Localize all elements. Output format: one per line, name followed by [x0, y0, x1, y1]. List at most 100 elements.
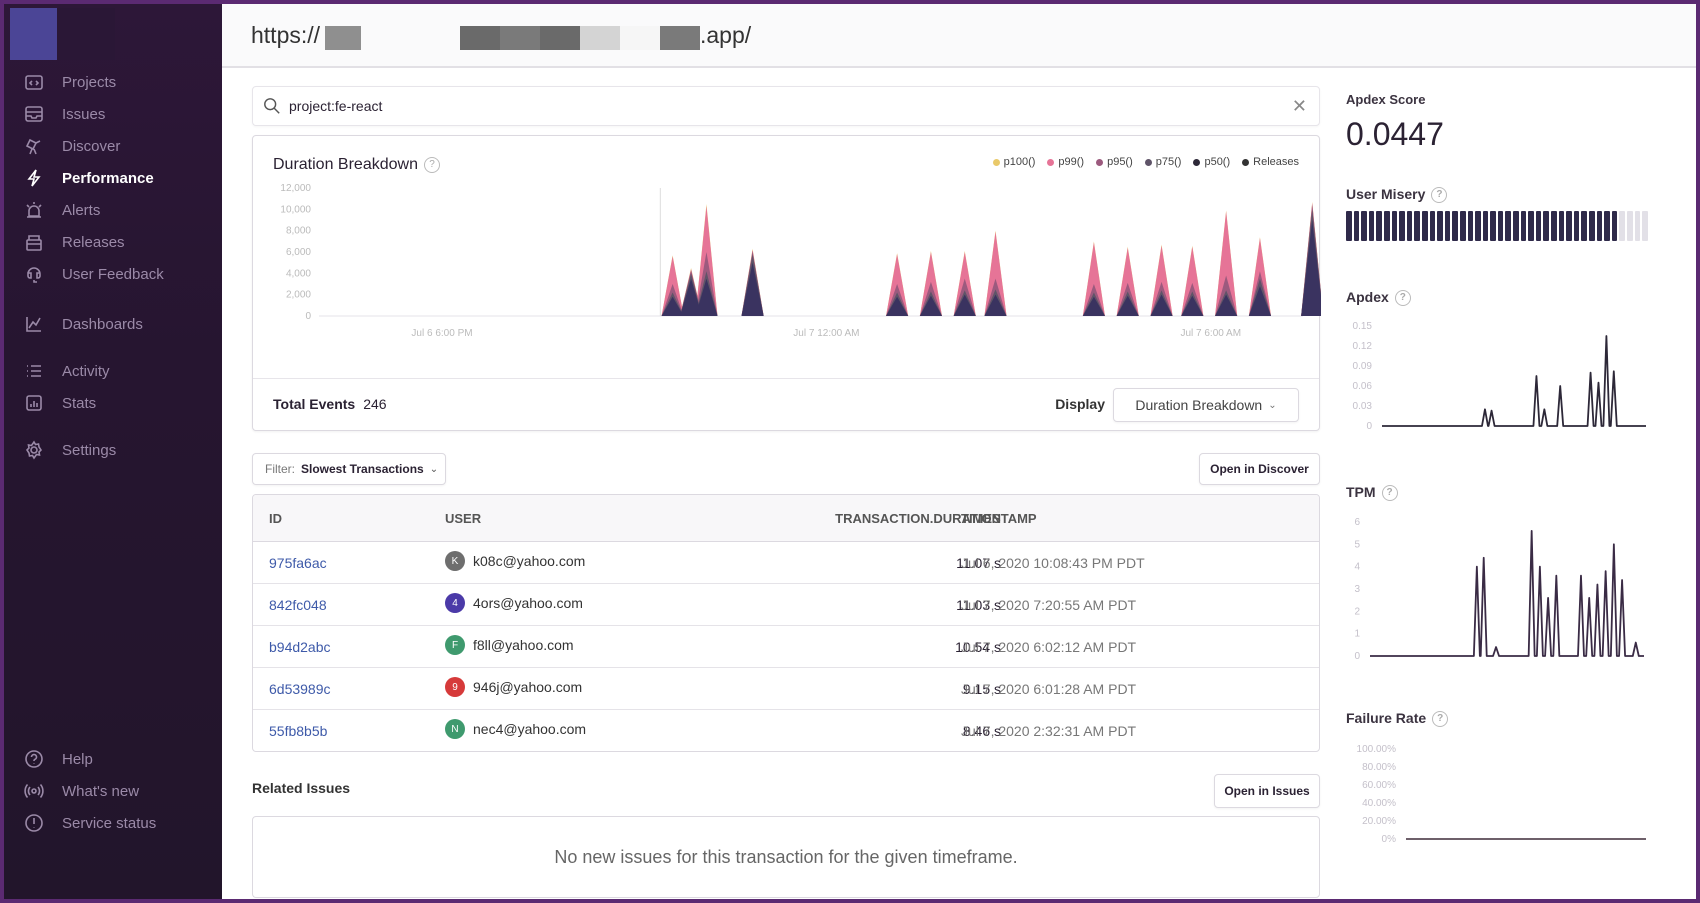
area-spike-p50[interactable]	[741, 262, 764, 316]
chart-title-text: Duration Breakdown	[273, 156, 418, 173]
user-email: 946j@yahoo.com	[473, 679, 583, 695]
misery-bar-filled	[1551, 211, 1557, 241]
chevron-down-icon: ⌄	[1268, 399, 1277, 411]
y-tick-label: 60.00%	[1362, 780, 1396, 791]
legend-item[interactable]: p75()	[1144, 156, 1181, 168]
legend-item[interactable]: p95()	[1096, 156, 1133, 168]
clear-search-icon[interactable]: ✕	[1292, 96, 1307, 117]
transaction-id-link[interactable]: b94d2abc	[269, 639, 331, 655]
legend-item[interactable]: p100()	[992, 156, 1035, 168]
table-row: 55fb8b5b Nnec4@yahoo.com 8.46 s Jul 7, 2020…	[253, 710, 1319, 751]
help-icon[interactable]: ?	[1432, 711, 1449, 727]
misery-bar-filled	[1444, 211, 1451, 241]
user-misery-bar	[1346, 211, 1656, 241]
misery-bar-filled	[1346, 211, 1352, 241]
total-events-value: 246	[363, 396, 387, 412]
sidebar-item-settings[interactable]: Settings	[22, 438, 116, 462]
search-query[interactable]: project:fe-react	[289, 98, 382, 114]
open-in-issues-button[interactable]: Open in Issues	[1214, 774, 1320, 808]
y-tick-label: 0.06	[1353, 381, 1373, 392]
url-prefix: https://	[251, 22, 321, 48]
misery-bar-filled	[1482, 211, 1489, 241]
series-line[interactable]	[1382, 335, 1646, 427]
timestamp-cell: Jul 7, 2020 2:32:31 AM PDT	[961, 723, 1137, 739]
legend-dot	[1193, 158, 1201, 166]
user-cell: Ff8ll@yahoo.com	[445, 635, 574, 655]
transaction-id-link[interactable]: 842fc048	[269, 597, 327, 613]
y-tick-label: 3	[1354, 584, 1360, 595]
sidebar-item-issues[interactable]: Issues	[22, 102, 105, 126]
sidebar-item-label: Settings	[62, 441, 117, 459]
open-in-discover-button[interactable]: Open in Discover	[1199, 453, 1320, 485]
sidebar-item-alerts[interactable]: Alerts	[22, 198, 100, 222]
sidebar-item-user-feedback[interactable]: User Feedback	[22, 262, 164, 286]
series-line[interactable]	[1370, 530, 1644, 657]
column-header-user[interactable]: USER	[445, 511, 481, 526]
sidebar-item-label: User Feedback	[62, 265, 164, 283]
sidebar-footer-label: What's new	[62, 782, 140, 800]
sidebar-item-releases[interactable]: Releases	[22, 230, 125, 254]
transaction-id-link[interactable]: 975fa6ac	[269, 555, 327, 571]
misery-bar-filled	[1513, 211, 1519, 241]
y-tick-label: 0	[305, 311, 311, 322]
sidebar-item-label: Stats	[62, 394, 97, 412]
tpm-label: TPM?	[1346, 484, 1398, 501]
transaction-id-link[interactable]: 55fb8b5b	[269, 723, 327, 739]
legend-item[interactable]: p99()	[1047, 156, 1084, 168]
filter-dropdown[interactable]: Filter: Slowest Transactions ⌄	[252, 453, 446, 485]
help-icon[interactable]: ?	[1431, 187, 1448, 203]
org-avatar[interactable]	[10, 8, 57, 60]
help-icon[interactable]: ?	[1394, 290, 1411, 306]
sidebar-item-activity[interactable]: Activity	[22, 359, 110, 383]
help-icon[interactable]: ?	[1381, 485, 1398, 501]
display-label: Display	[1055, 396, 1105, 412]
misery-bar-filled	[1406, 211, 1413, 241]
legend-item[interactable]: Releases	[1242, 156, 1299, 168]
transaction-id-link[interactable]: 6d53989c	[269, 681, 331, 697]
related-issues-empty: No new issues for this transaction for t…	[252, 816, 1320, 898]
filter-prefix: Filter:	[265, 462, 295, 476]
x-tick-label: Jul 7 6:00 AM	[1180, 328, 1241, 339]
search-input[interactable]: project:fe-react ✕	[252, 86, 1320, 126]
y-tick-label: 0	[1366, 421, 1372, 432]
y-tick-label: 100.00%	[1357, 744, 1397, 755]
sidebar-item-label: Issues	[62, 105, 106, 123]
sidebar-item-discover[interactable]: Discover	[22, 134, 120, 158]
chart-title: Duration Breakdown?	[273, 156, 440, 174]
sidebar-footer-help[interactable]: Help	[22, 747, 93, 771]
org-name-redacted	[57, 8, 115, 60]
legend-item[interactable]: p50()	[1193, 156, 1230, 168]
table-row: b94d2abc Ff8ll@yahoo.com 10.54 s Jul 7, 202…	[253, 626, 1319, 668]
y-tick-label: 0.12	[1353, 341, 1373, 352]
user-cell: 4 4ors@yahoo.com	[445, 593, 583, 613]
misery-bar-filled	[1376, 211, 1382, 241]
sidebar-item-performance[interactable]: Performance	[22, 166, 154, 190]
y-tick-label: 5	[1354, 539, 1360, 550]
misery-bar-filled	[1383, 211, 1390, 241]
timestamp-cell: Jul 6, 2020 10:08:43 PM PDT	[961, 555, 1145, 571]
display-select[interactable]: Duration Breakdown ⌄	[1113, 388, 1299, 422]
sidebar-item-stats[interactable]: Stats	[22, 391, 96, 415]
y-tick-label: 0%	[1382, 834, 1397, 845]
releases-icon	[22, 230, 46, 254]
legend-label: Releases	[1253, 156, 1299, 168]
table-row: 6d53989c 9 946j@yahoo.com 9.15 s Jul 7, 2020…	[253, 668, 1319, 710]
y-tick-label: 6,000	[286, 247, 311, 258]
misery-bar-filled	[1520, 211, 1527, 241]
sidebar-footer-service-status[interactable]: Service status	[22, 811, 156, 835]
column-header-timestamp[interactable]: TIMESTAMP	[961, 511, 1037, 526]
url-redaction	[620, 26, 660, 50]
help-icon[interactable]: ?	[423, 157, 440, 173]
sidebar-item-projects[interactable]: Projects	[22, 70, 116, 94]
sidebar-item-dashboards[interactable]: Dashboards	[22, 312, 143, 336]
avatar: 4	[445, 593, 465, 613]
avatar: 9	[445, 677, 465, 697]
sidebar-footer-what-s-new[interactable]: What's new	[22, 779, 139, 803]
column-header-id[interactable]: ID	[269, 511, 282, 526]
y-tick-label: 1	[1354, 629, 1360, 640]
url-bar[interactable]: https:// .app/	[222, 4, 1696, 68]
url-redaction	[500, 26, 540, 50]
misery-bar-filled	[1361, 211, 1367, 241]
legend-dot	[1242, 158, 1250, 166]
user-email: k08c@yahoo.com	[473, 553, 586, 569]
